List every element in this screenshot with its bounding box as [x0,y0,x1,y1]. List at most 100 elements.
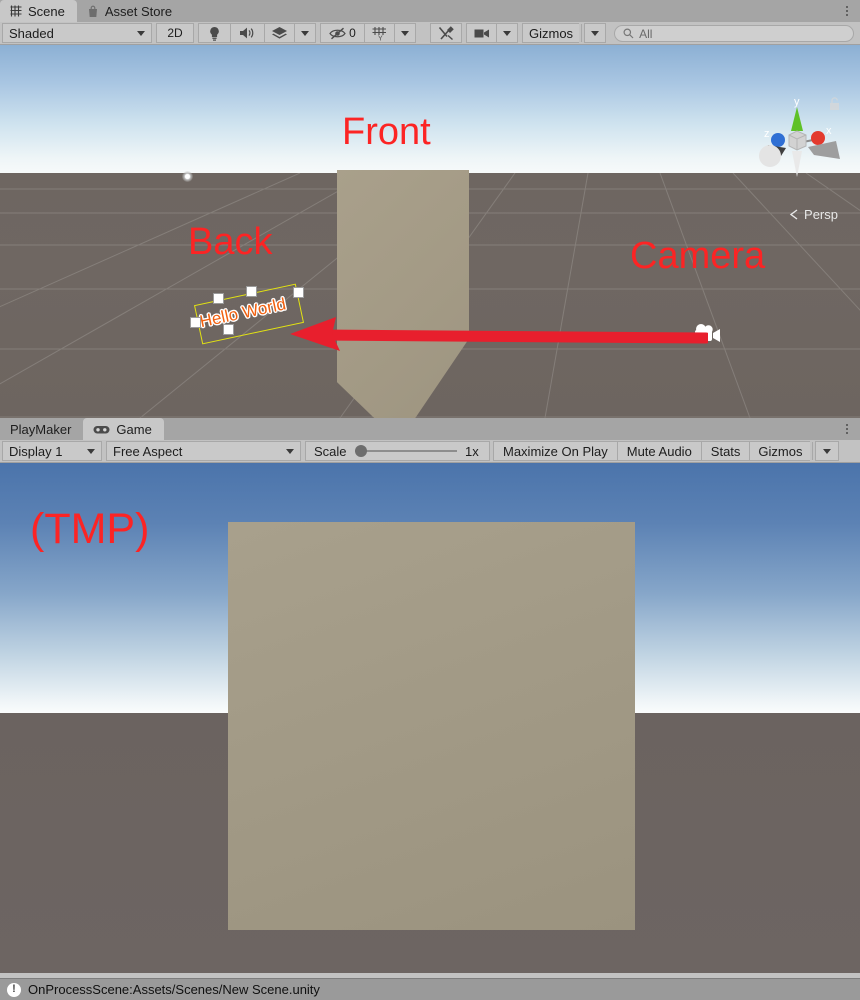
component-tools-button[interactable] [430,23,462,43]
draw-mode-dropdown[interactable]: Shaded [2,23,152,43]
game-toolbar: Display 1 Free Aspect Scale 1x Maximize … [0,440,860,463]
audio-toggle-button[interactable] [230,23,264,43]
annotation-tmp: (TMP) [30,505,150,553]
grid-dropdown-button[interactable] [394,23,416,43]
annotation-front: Front [342,111,431,153]
annotation-back: Back [188,221,273,263]
axis-label-z: z [764,128,770,140]
gizmos-label: Gizmos [529,25,574,41]
shopping-bag-icon [88,5,97,17]
scene-toolbar: Shaded 2D 0 Y Gizmos All [0,22,860,45]
projection-mode-text: Persp [804,207,838,222]
search-icon [623,28,634,39]
projection-mode-label[interactable]: Persp [789,207,838,222]
tools-icon [438,25,454,40]
game-gizmos-dropdown-button[interactable] [815,441,840,461]
game-gizmos-label: Gizmos [758,443,803,459]
scene-tools-group [430,22,462,44]
scene-orientation-gizmo[interactable]: y x z [748,93,846,197]
game-quad-object [228,522,635,930]
status-bar[interactable]: ! OnProcessScene:Assets/Scenes/New Scene… [0,978,860,1000]
eye-off-icon [329,27,346,39]
axis-label-y: y [794,96,800,108]
lighting-toggle-button[interactable] [198,23,230,43]
game-panel-tabstrip: PlayMaker Game [0,418,860,440]
chevron-down-icon [301,30,309,36]
scale-slider-knob[interactable] [354,445,367,457]
mute-audio-label: Mute Audio [626,443,692,459]
hidden-objects-count: 0 [349,26,356,40]
fx-dropdown-button[interactable] [294,23,316,43]
scene-panel-menu-button[interactable] [840,2,854,20]
resize-handle[interactable] [213,293,224,304]
svg-text:Y: Y [378,35,383,41]
toggle-2d-button[interactable]: 2D [156,23,194,43]
error-icon: ! [7,982,21,997]
aspect-dropdown[interactable]: Free Aspect [106,441,301,461]
light-gizmo-icon[interactable] [182,171,193,182]
fx-toggle-button[interactable] [264,23,294,43]
camera-icon [474,29,489,37]
unity-editor-window: Scene Asset Store Shaded 2D 0 Y Gizmos A… [0,0,860,1000]
display-dropdown[interactable]: Display 1 [2,441,102,461]
gizmos-toggle-button[interactable]: Gizmos [522,23,580,43]
effects-layers-icon [272,27,287,39]
game-gizmos-separator [812,442,814,460]
chevron-down-icon [591,30,600,36]
tab-game[interactable]: Game [83,418,164,440]
tab-scene-label: Scene [28,3,65,19]
game-toggles-group: Maximize On Play Mute Audio Stats Gizmos [493,440,840,462]
scale-slider-group[interactable]: Scale 1x [305,441,490,461]
tab-playmaker-label: PlayMaker [10,421,72,437]
gizmos-separator [581,24,583,42]
scene-visibility-group: 0 Y [320,22,416,44]
tab-asset-store[interactable]: Asset Store [76,0,185,22]
mute-audio-button[interactable]: Mute Audio [616,441,701,461]
maximize-on-play-button[interactable]: Maximize On Play [493,441,617,461]
scale-slider[interactable] [354,445,457,457]
gamepad-icon [93,425,110,433]
annotation-arrow [290,317,708,351]
scene-toggle-2d-group: 2D [156,22,194,44]
chevron-down-icon [401,30,409,36]
scene-sky [0,45,860,173]
status-bar-message: OnProcessScene:Assets/Scenes/New Scene.u… [28,982,320,997]
grid-visibility-button[interactable]: Y [364,23,394,43]
hidden-objects-button[interactable]: 0 [320,23,364,43]
scale-label: Scale [314,443,347,459]
scene-viewport[interactable]: Hello World Front Back Camera y x z Pers… [0,45,860,418]
chevron-down-icon [286,448,294,454]
stats-label: Stats [710,443,741,459]
game-panel-menu-button[interactable] [840,420,854,438]
padlock-icon [830,97,839,110]
chevron-down-icon [137,30,145,36]
tab-playmaker[interactable]: PlayMaker [0,418,84,440]
lightbulb-icon [210,26,219,41]
resize-handle[interactable] [190,317,201,328]
scene-camera-button[interactable] [466,23,496,43]
aspect-label: Free Aspect [113,443,183,459]
resize-handle[interactable] [223,324,234,335]
chevron-down-icon [823,448,832,454]
grid-visibility-icon: Y [372,26,386,41]
scene-search-placeholder: All [639,26,653,41]
tab-game-label: Game [116,421,152,437]
display-label: Display 1 [9,443,63,459]
chevron-down-icon [87,448,95,454]
resize-handle[interactable] [293,287,304,298]
scene-camera-group [466,22,518,44]
speaker-icon [240,27,254,39]
stats-button[interactable]: Stats [700,441,750,461]
scene-camera-dropdown-button[interactable] [496,23,518,43]
tab-scene[interactable]: Scene [0,0,77,22]
maximize-on-play-label: Maximize On Play [503,443,608,459]
tab-asset-store-label: Asset Store [104,3,173,19]
gizmos-dropdown-button[interactable] [584,23,607,43]
scale-value: 1x [465,443,479,459]
game-gizmos-button[interactable]: Gizmos [749,441,811,461]
chevron-down-icon [503,30,511,36]
axis-label-x: x [826,125,832,137]
resize-handle[interactable] [246,286,257,297]
scene-gizmos-group: Gizmos [522,22,607,44]
scene-search-input[interactable]: All [614,25,854,42]
